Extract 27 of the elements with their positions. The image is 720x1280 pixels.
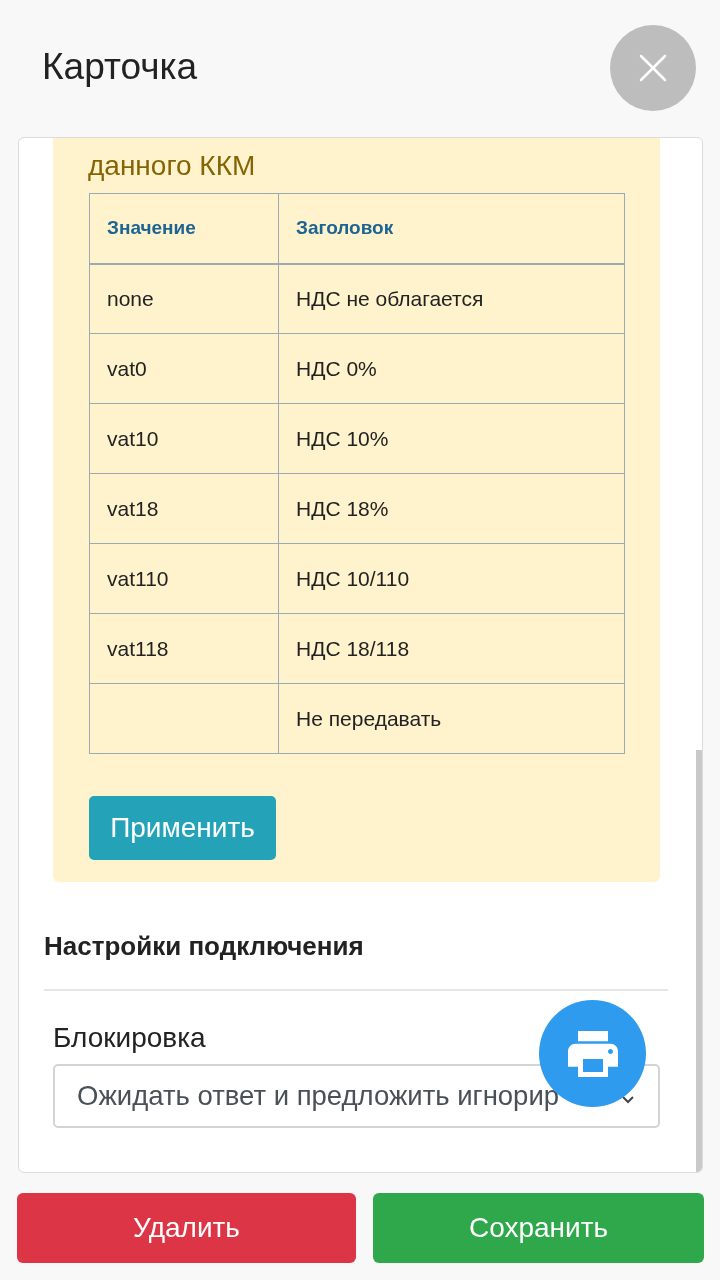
save-button[interactable]: Сохранить [373, 1193, 704, 1263]
table-cell: vat18 [89, 473, 279, 544]
printer-icon [567, 1030, 618, 1077]
section-title: Настройки подключения [44, 931, 364, 961]
select-field[interactable]: Ожидать ответ и предложить игнорир [53, 1064, 660, 1128]
caret-icon [622, 1096, 634, 1104]
table-cell: Не передавать [278, 683, 625, 754]
table-cell: НДС не облагается [278, 263, 625, 334]
column-header: Значение [89, 193, 279, 264]
table-cell: none [89, 263, 279, 334]
table-cell: НДС 0% [278, 333, 625, 404]
alert-text: данного ККМ [88, 149, 256, 183]
table-cell: vat10 [89, 403, 279, 474]
page-title: Карточка [42, 45, 198, 89]
table-cell: НДС 10/110 [278, 543, 625, 614]
close-icon [639, 54, 667, 82]
table-cell: НДС 10% [278, 403, 625, 474]
apply-button[interactable]: Применить [89, 796, 276, 860]
delete-button[interactable]: Удалить [17, 1193, 356, 1263]
table-cell: НДС 18% [278, 473, 625, 544]
table-cell: vat110 [89, 543, 279, 614]
field-label: Блокировка [53, 1021, 206, 1055]
table-cell: vat0 [89, 333, 279, 404]
table-cell: vat118 [89, 613, 279, 684]
table-cell: НДС 18/118 [278, 613, 625, 684]
column-header: Заголовок [278, 193, 625, 264]
scrollbar[interactable] [696, 750, 702, 1172]
